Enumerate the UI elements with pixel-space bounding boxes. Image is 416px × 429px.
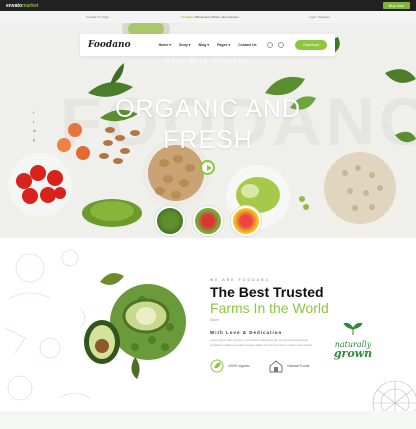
feature-organic: 100% organic (210, 359, 249, 373)
hero-title-line2: FRESH (163, 126, 253, 154)
nav-icons: Download (267, 40, 327, 50)
feature-organic-label: 100% organic (228, 364, 250, 368)
nav-item-home[interactable]: Home ▾ (159, 43, 171, 47)
pinterest-icon[interactable]: p (33, 138, 36, 142)
envato-logo[interactable]: envatomarket (6, 3, 39, 9)
about-section: WE ARE FOODANO The Best Trusted Farms In… (210, 278, 350, 373)
next-section-band (0, 411, 416, 429)
buy-now-button[interactable]: Buy now (382, 2, 410, 9)
nav-item-shop[interactable]: Shop ▾ (179, 43, 190, 47)
hero-eyebrow: KEEP WITH FOODANO (166, 59, 250, 64)
hero-title-line1: ORGANIC AND (114, 95, 302, 123)
about-title-line2: Farms In the World (210, 300, 329, 316)
about-since: Since (210, 318, 219, 322)
nav-item-pages[interactable]: Pages ▾ (217, 43, 230, 47)
feature-natural: Natural Foods (269, 359, 309, 373)
top-info-bar: Contact ✉ info@... Foodano Wholesome Min… (0, 11, 416, 23)
site-logo[interactable]: Foodano (88, 40, 131, 50)
nav-menu: Home ▾ Shop ▾ Blog ▾ Pages ▾ Contact Us (159, 43, 257, 47)
topbar-announcement: Foodano Wholesome Minds • Eco Harvest (181, 15, 239, 19)
play-video-button[interactable] (200, 160, 215, 175)
nav-item-contact[interactable]: Contact Us (238, 43, 256, 47)
farm-icon (269, 360, 283, 373)
facebook-icon[interactable]: f (33, 111, 36, 115)
about-features: 100% organic Natural Foods (210, 359, 350, 373)
cart-icon[interactable] (278, 42, 285, 48)
about-subtitle: With Love & Dedication (210, 330, 283, 335)
linkedin-icon[interactable]: in (33, 129, 36, 133)
feature-natural-label: Natural Foods (287, 364, 310, 368)
envato-bar: envatomarket Buy now (0, 0, 416, 11)
hero-thumb-1[interactable] (155, 206, 185, 236)
grown-text: grown (333, 347, 373, 360)
main-navbar: Foodano Home ▾ Shop ▾ Blog ▾ Pages ▾ Con… (80, 34, 335, 56)
nav-item-blog[interactable]: Blog ▾ (199, 43, 210, 47)
about-eyebrow: WE ARE FOODANO (210, 278, 271, 282)
search-icon[interactable] (267, 42, 274, 48)
topbar-contact[interactable]: Contact ✉ info@... (86, 15, 111, 19)
social-links: f t in p (33, 111, 36, 142)
twitter-icon[interactable]: t (33, 120, 36, 124)
download-button[interactable]: Download (295, 40, 327, 50)
hero-thumb-2[interactable] (193, 206, 223, 236)
sprout-icon (343, 322, 363, 335)
about-title-line1: The Best Trusted (210, 284, 324, 300)
hero-thumbnails (155, 206, 261, 236)
topbar-login[interactable]: Login / Register (309, 15, 330, 19)
hero-thumb-3[interactable] (231, 206, 261, 236)
about-paragraph: Lorem ipsum dolor sit amet, consectetur … (210, 338, 313, 347)
leaf-badge-icon (210, 359, 224, 373)
avocado-image (84, 273, 186, 379)
naturally-grown-badge: naturally grown (330, 322, 376, 360)
